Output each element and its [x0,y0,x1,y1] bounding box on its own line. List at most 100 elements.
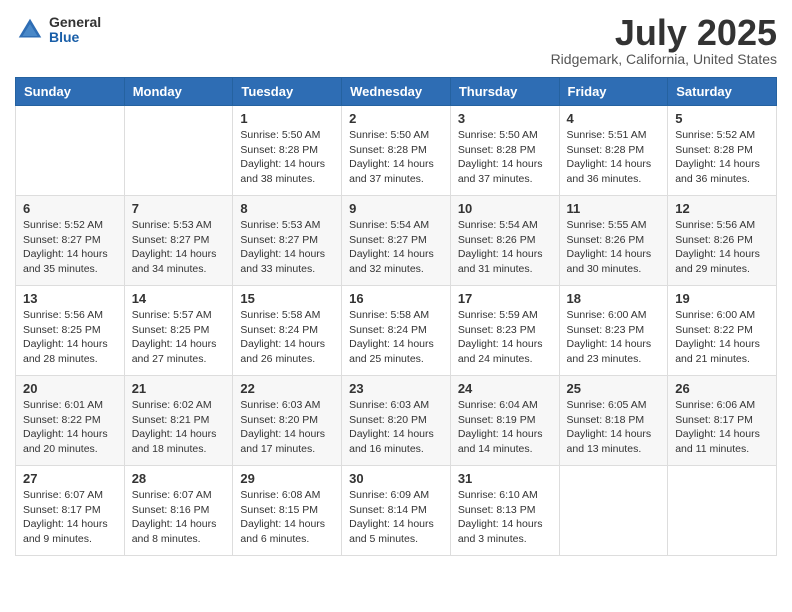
calendar-cell: 5 Sunrise: 5:52 AM Sunset: 8:28 PM Daylig… [668,106,777,196]
cell-content: Sunrise: 6:07 AM Sunset: 8:17 PM Dayligh… [23,488,117,547]
cell-content: Sunrise: 6:07 AM Sunset: 8:16 PM Dayligh… [132,488,226,547]
calendar-week-row: 6 Sunrise: 5:52 AM Sunset: 8:27 PM Daylig… [16,196,777,286]
calendar-cell: 13 Sunrise: 5:56 AM Sunset: 8:25 PM Dayli… [16,286,125,376]
calendar-cell: 23Sunrise: 6:03 AM Sunset: 8:20 PM Dayli… [342,376,451,466]
cell-content: Sunrise: 6:03 AM Sunset: 8:20 PM Dayligh… [240,398,334,457]
day-number: 27 [23,471,117,486]
title-section: July 2025 Ridgemark, California, United … [551,15,777,67]
cell-content: Sunrise: 5:56 AM Sunset: 8:25 PM Dayligh… [23,308,117,367]
calendar-table: SundayMondayTuesdayWednesdayThursdayFrid… [15,77,777,556]
logo-general-text: General [49,15,101,30]
calendar-cell: 14Sunrise: 5:57 AM Sunset: 8:25 PM Dayli… [124,286,233,376]
day-number: 26 [675,381,769,396]
calendar-cell [559,466,668,556]
day-number: 15 [240,291,334,306]
logo-blue-text: Blue [49,30,101,45]
weekday-header-thursday: Thursday [450,78,559,106]
day-number: 20 [23,381,117,396]
calendar-cell: 12Sunrise: 5:56 AM Sunset: 8:26 PM Dayli… [668,196,777,286]
day-number: 9 [349,201,443,216]
cell-content: Sunrise: 6:03 AM Sunset: 8:20 PM Dayligh… [349,398,443,457]
day-number: 10 [458,201,552,216]
cell-content: Sunrise: 6:10 AM Sunset: 8:13 PM Dayligh… [458,488,552,547]
cell-content: Sunrise: 5:53 AM Sunset: 8:27 PM Dayligh… [132,218,226,277]
calendar-cell: 10 Sunrise: 5:54 AM Sunset: 8:26 PM Dayli… [450,196,559,286]
day-number: 24 [458,381,552,396]
day-number: 16 [349,291,443,306]
location-subtitle: Ridgemark, California, United States [551,51,777,67]
calendar-cell: 31 Sunrise: 6:10 AM Sunset: 8:13 PM Dayli… [450,466,559,556]
cell-content: Sunrise: 5:50 AM Sunset: 8:28 PM Dayligh… [458,128,552,187]
calendar-cell: 25Sunrise: 6:05 AM Sunset: 8:18 PM Dayli… [559,376,668,466]
cell-content: Sunrise: 5:51 AM Sunset: 8:28 PM Dayligh… [567,128,661,187]
calendar-cell: 8Sunrise: 5:53 AM Sunset: 8:27 PM Daylig… [233,196,342,286]
day-number: 2 [349,111,443,126]
calendar-cell: 20 Sunrise: 6:01 AM Sunset: 8:22 PM Dayli… [16,376,125,466]
calendar-cell: 21 Sunrise: 6:02 AM Sunset: 8:21 PM Dayli… [124,376,233,466]
day-number: 31 [458,471,552,486]
calendar-cell: 27 Sunrise: 6:07 AM Sunset: 8:17 PM Dayli… [16,466,125,556]
cell-content: Sunrise: 6:09 AM Sunset: 8:14 PM Dayligh… [349,488,443,547]
calendar-cell: 18Sunrise: 6:00 AM Sunset: 8:23 PM Dayli… [559,286,668,376]
calendar-week-row: 1 Sunrise: 5:50 AM Sunset: 8:28 PM Daylig… [16,106,777,196]
calendar-cell: 22 Sunrise: 6:03 AM Sunset: 8:20 PM Dayli… [233,376,342,466]
calendar-cell: 30Sunrise: 6:09 AM Sunset: 8:14 PM Dayli… [342,466,451,556]
day-number: 5 [675,111,769,126]
calendar-cell: 24 Sunrise: 6:04 AM Sunset: 8:19 PM Dayli… [450,376,559,466]
day-number: 18 [567,291,661,306]
day-number: 29 [240,471,334,486]
cell-content: Sunrise: 5:53 AM Sunset: 8:27 PM Dayligh… [240,218,334,277]
cell-content: Sunrise: 6:02 AM Sunset: 8:21 PM Dayligh… [132,398,226,457]
weekday-header-row: SundayMondayTuesdayWednesdayThursdayFrid… [16,78,777,106]
cell-content: Sunrise: 5:54 AM Sunset: 8:26 PM Dayligh… [458,218,552,277]
day-number: 11 [567,201,661,216]
calendar-cell: 16Sunrise: 5:58 AM Sunset: 8:24 PM Dayli… [342,286,451,376]
calendar-cell: 6 Sunrise: 5:52 AM Sunset: 8:27 PM Daylig… [16,196,125,286]
calendar-cell: 4Sunrise: 5:51 AM Sunset: 8:28 PM Daylig… [559,106,668,196]
weekday-header-sunday: Sunday [16,78,125,106]
day-number: 22 [240,381,334,396]
calendar-cell: 19 Sunrise: 6:00 AM Sunset: 8:22 PM Dayli… [668,286,777,376]
cell-content: Sunrise: 5:50 AM Sunset: 8:28 PM Dayligh… [240,128,334,187]
logo: General Blue [15,15,101,46]
calendar-cell [668,466,777,556]
cell-content: Sunrise: 6:08 AM Sunset: 8:15 PM Dayligh… [240,488,334,547]
calendar-cell: 7Sunrise: 5:53 AM Sunset: 8:27 PM Daylig… [124,196,233,286]
calendar-cell [16,106,125,196]
weekday-header-friday: Friday [559,78,668,106]
day-number: 28 [132,471,226,486]
calendar-cell: 29 Sunrise: 6:08 AM Sunset: 8:15 PM Dayli… [233,466,342,556]
calendar-cell: 28 Sunrise: 6:07 AM Sunset: 8:16 PM Dayli… [124,466,233,556]
day-number: 13 [23,291,117,306]
cell-content: Sunrise: 6:06 AM Sunset: 8:17 PM Dayligh… [675,398,769,457]
day-number: 6 [23,201,117,216]
calendar-cell: 11Sunrise: 5:55 AM Sunset: 8:26 PM Dayli… [559,196,668,286]
cell-content: Sunrise: 6:04 AM Sunset: 8:19 PM Dayligh… [458,398,552,457]
day-number: 17 [458,291,552,306]
cell-content: Sunrise: 6:00 AM Sunset: 8:22 PM Dayligh… [675,308,769,367]
calendar-week-row: 27 Sunrise: 6:07 AM Sunset: 8:17 PM Dayli… [16,466,777,556]
month-title: July 2025 [551,15,777,51]
calendar-cell: 15Sunrise: 5:58 AM Sunset: 8:24 PM Dayli… [233,286,342,376]
calendar-cell: 17Sunrise: 5:59 AM Sunset: 8:23 PM Dayli… [450,286,559,376]
weekday-header-wednesday: Wednesday [342,78,451,106]
calendar-week-row: 20 Sunrise: 6:01 AM Sunset: 8:22 PM Dayli… [16,376,777,466]
calendar-cell: 26 Sunrise: 6:06 AM Sunset: 8:17 PM Dayli… [668,376,777,466]
weekday-header-saturday: Saturday [668,78,777,106]
cell-content: Sunrise: 6:05 AM Sunset: 8:18 PM Dayligh… [567,398,661,457]
cell-content: Sunrise: 5:50 AM Sunset: 8:28 PM Dayligh… [349,128,443,187]
calendar-cell: 2 Sunrise: 5:50 AM Sunset: 8:28 PM Daylig… [342,106,451,196]
day-number: 19 [675,291,769,306]
logo-icon [15,15,45,45]
cell-content: Sunrise: 5:56 AM Sunset: 8:26 PM Dayligh… [675,218,769,277]
calendar-cell [124,106,233,196]
day-number: 14 [132,291,226,306]
cell-content: Sunrise: 5:54 AM Sunset: 8:27 PM Dayligh… [349,218,443,277]
cell-content: Sunrise: 5:52 AM Sunset: 8:28 PM Dayligh… [675,128,769,187]
cell-content: Sunrise: 6:01 AM Sunset: 8:22 PM Dayligh… [23,398,117,457]
day-number: 1 [240,111,334,126]
day-number: 3 [458,111,552,126]
calendar-cell: 1 Sunrise: 5:50 AM Sunset: 8:28 PM Daylig… [233,106,342,196]
cell-content: Sunrise: 5:52 AM Sunset: 8:27 PM Dayligh… [23,218,117,277]
day-number: 21 [132,381,226,396]
